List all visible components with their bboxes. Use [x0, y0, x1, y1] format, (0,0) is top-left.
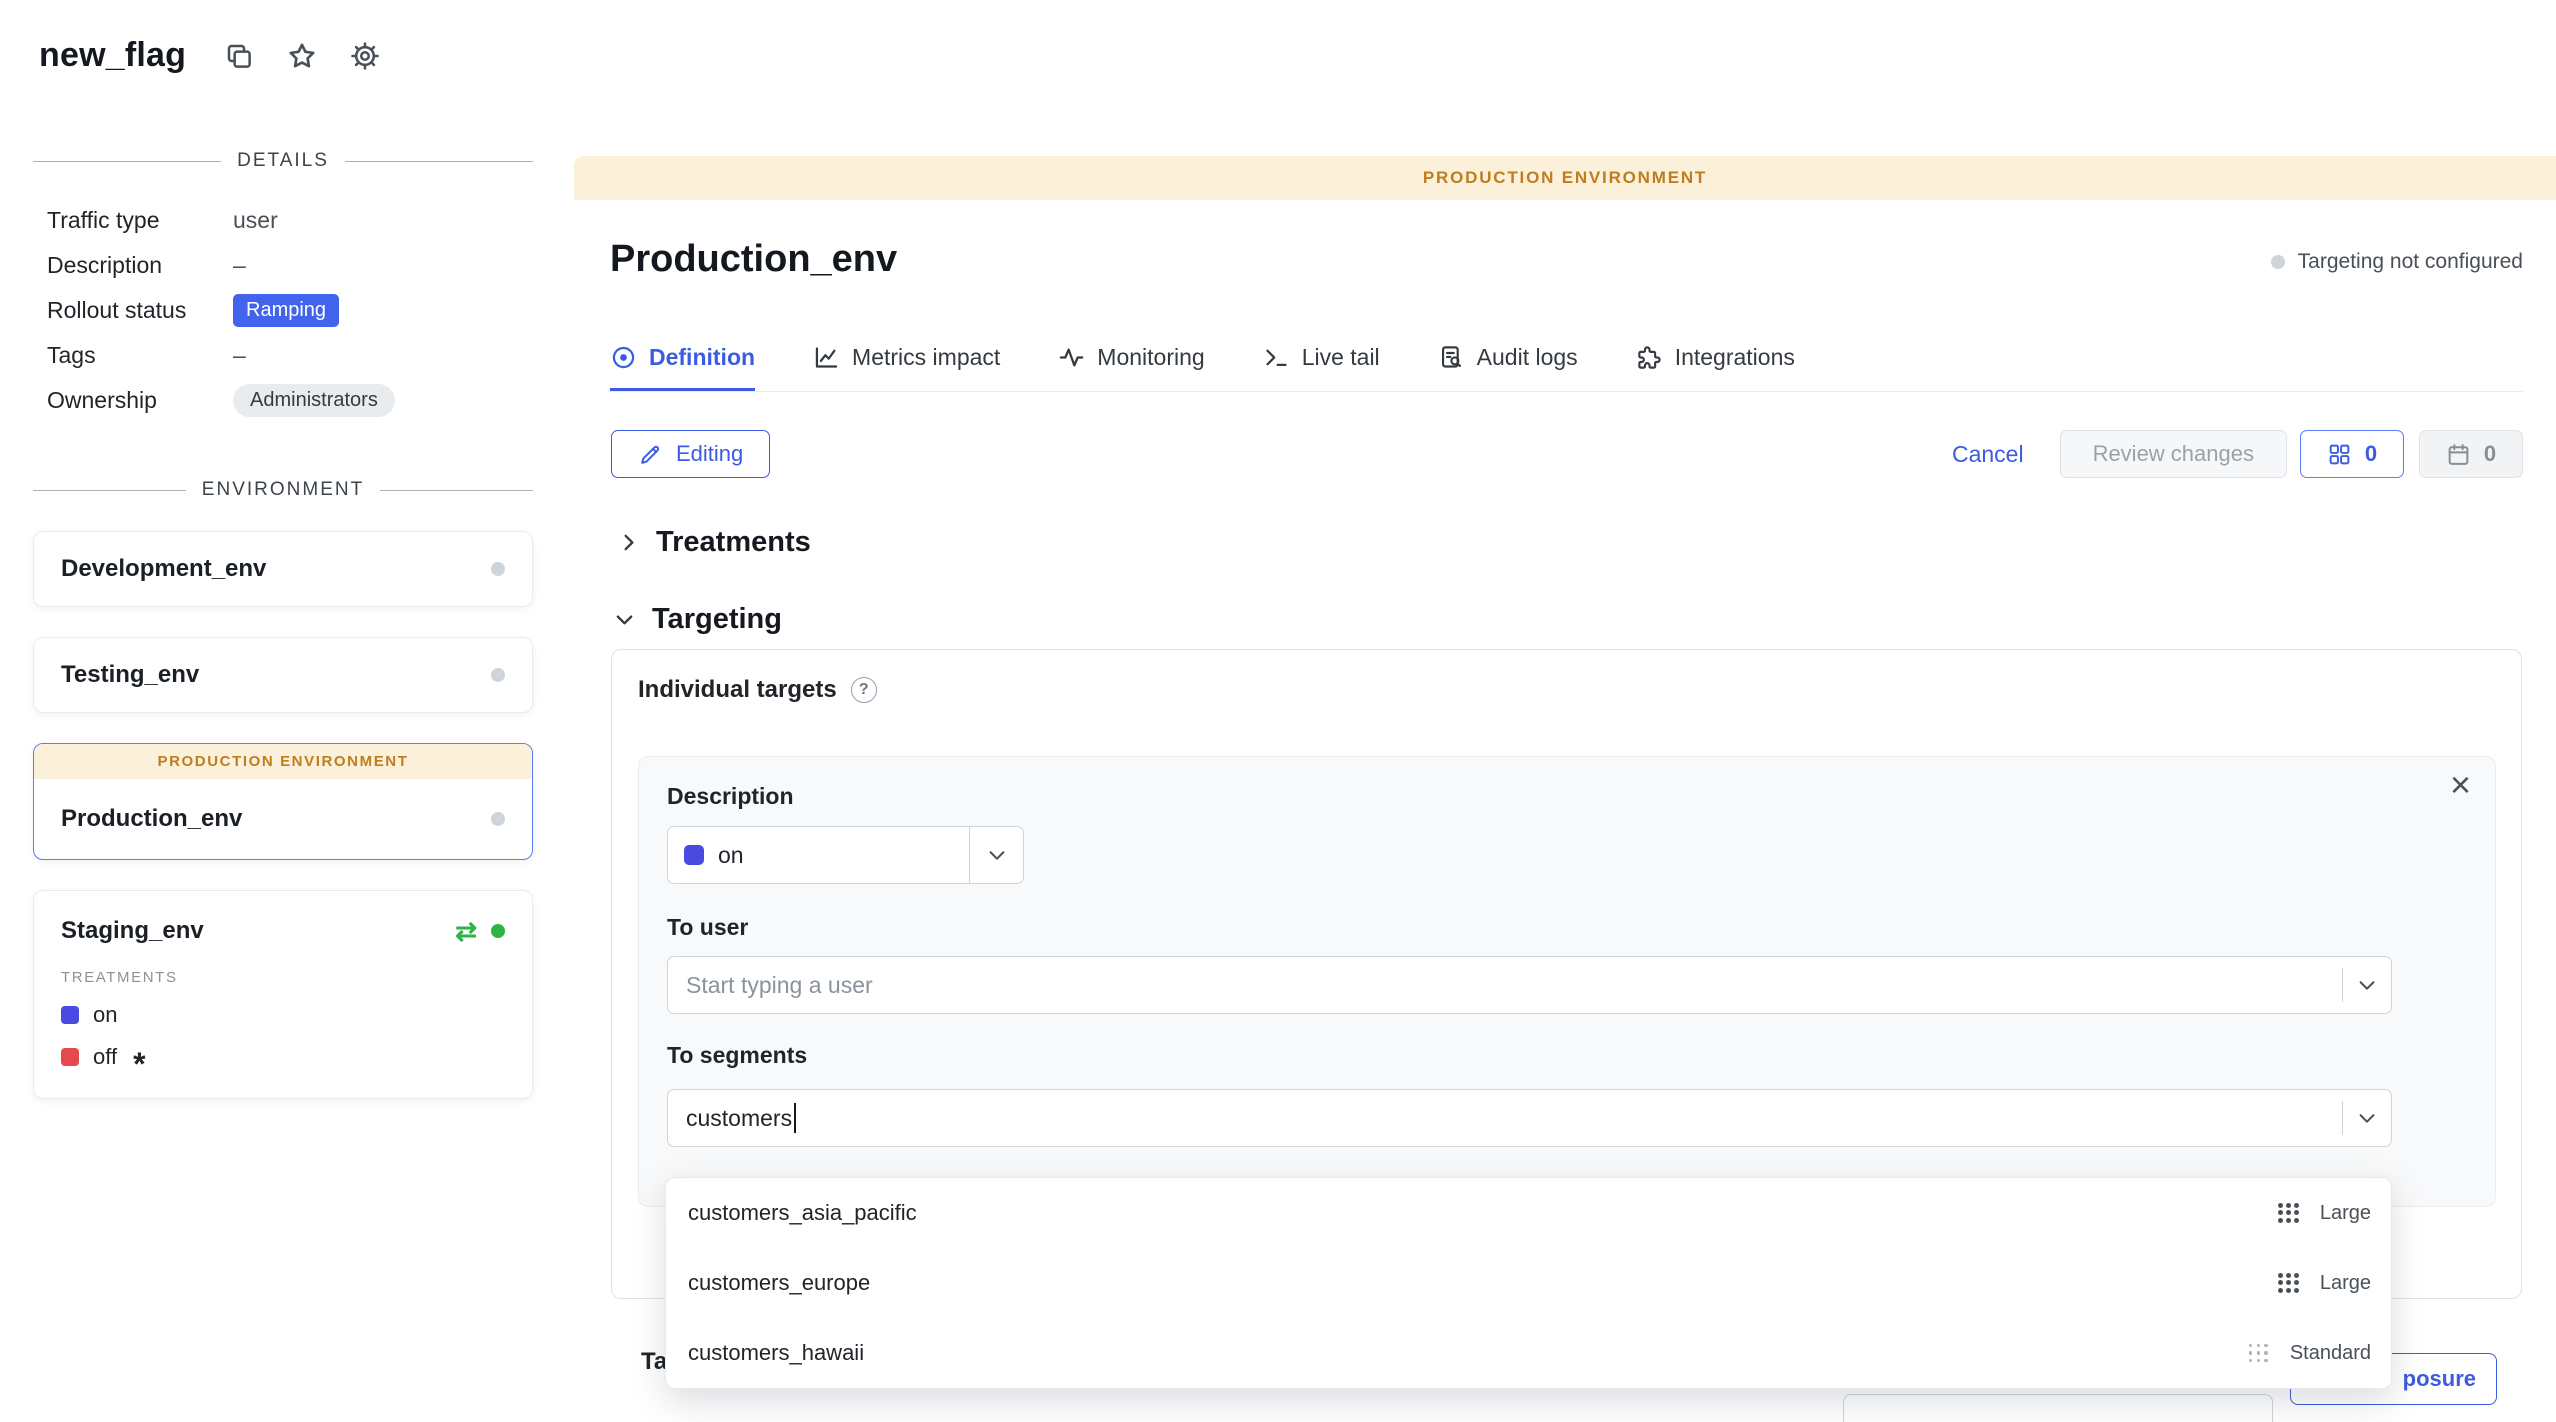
user-typeahead [667, 956, 2392, 1014]
treatment-off-row: off * [61, 1044, 505, 1070]
text-cursor [794, 1103, 796, 1133]
details-section-heading: DETAILS [33, 150, 533, 172]
targeting-section-toggle[interactable]: Targeting [613, 603, 782, 636]
page-header: new_flag [39, 36, 381, 75]
detail-row-rollout-status: Rollout status Ramping [47, 288, 533, 333]
detail-label: Ownership [47, 387, 233, 414]
review-changes-button[interactable]: Review changes [2060, 430, 2287, 478]
treatments-heading: TREATMENTS [61, 969, 505, 986]
tab-bar: Definition Metrics impact Monitoring Liv… [610, 330, 2523, 392]
segment-grid-dotted-icon [2247, 1342, 2270, 1365]
gear-icon[interactable] [348, 39, 381, 72]
individual-target-card: × Description on To user To segments [638, 756, 2496, 1207]
env-status-dot [491, 812, 505, 826]
close-icon[interactable]: × [2450, 767, 2471, 803]
flag-name: new_flag [39, 36, 186, 75]
chevron-down-icon[interactable] [969, 827, 1023, 883]
treatment-select[interactable]: on [667, 826, 1024, 884]
flag-detail-page: new_flag DETAILS Traffic type user Descr… [0, 0, 2556, 1422]
next-section-heading-partial: Ta [641, 1348, 667, 1376]
chevron-right-icon [617, 531, 640, 554]
page-title: Production_env [610, 238, 897, 281]
env-card-development[interactable]: Development_env [33, 531, 533, 607]
chevron-down-icon[interactable] [2343, 1107, 2391, 1129]
cancel-button[interactable]: Cancel [1952, 441, 2024, 468]
grid-count-button[interactable]: 0 [2300, 430, 2404, 478]
treatment-off-swatch [61, 1048, 79, 1066]
chevron-down-icon[interactable] [2343, 974, 2391, 996]
ownership-badge[interactable]: Administrators [233, 384, 395, 417]
production-environment-banner: PRODUCTION ENVIRONMENT [574, 156, 2556, 200]
detail-label: Description [47, 252, 233, 279]
sidebar: DETAILS Traffic type user Description – … [33, 150, 533, 1099]
detail-label: Tags [47, 342, 233, 369]
detail-value: – [233, 342, 246, 369]
segment-option-asia-pacific[interactable]: customers_asia_pacific Large [666, 1178, 2391, 1248]
tab-audit-logs[interactable]: Audit logs [1438, 330, 1578, 391]
detail-row-tags: Tags – [47, 333, 533, 378]
env-card-staging[interactable]: Staging_env ⇄ TREATMENTS on off * [33, 890, 533, 1099]
segment-option-europe[interactable]: customers_europe Large [666, 1248, 2391, 1318]
treatment-on-swatch [61, 1006, 79, 1024]
detail-label: Rollout status [47, 297, 233, 324]
copy-icon[interactable] [222, 39, 255, 72]
user-input[interactable] [668, 972, 2342, 999]
details-list: Traffic type user Description – Rollout … [33, 198, 533, 423]
environment-section-heading: ENVIRONMENT [33, 479, 533, 501]
rollout-status-badge: Ramping [233, 294, 339, 327]
chevron-down-icon [613, 608, 636, 631]
detail-value: user [233, 207, 278, 234]
production-env-strip: PRODUCTION ENVIRONMENT [34, 744, 532, 779]
segment-grid-icon [2277, 1202, 2300, 1225]
treatment-on-row: on [61, 1002, 505, 1028]
targeting-status: Targeting not configured [2271, 250, 2523, 274]
segment-grid-icon [2277, 1272, 2300, 1295]
env-status-dot-active [491, 924, 505, 938]
tab-definition[interactable]: Definition [610, 330, 755, 391]
star-icon[interactable] [285, 39, 318, 72]
status-dot [2271, 255, 2285, 269]
tab-metrics-impact[interactable]: Metrics impact [813, 330, 1000, 391]
partial-hidden-box [1843, 1394, 2273, 1422]
segment-suggestions-menu: customers_asia_pacific Large customers_e… [665, 1177, 2392, 1389]
env-status-dot [491, 668, 505, 682]
segment-size-label: Large [2320, 1202, 2371, 1225]
detail-label: Traffic type [47, 207, 233, 234]
individual-targets-heading: Individual targets [638, 676, 837, 704]
detail-value: – [233, 252, 246, 279]
segment-size-label: Large [2320, 1272, 2371, 1295]
detail-row-traffic-type: Traffic type user [47, 198, 533, 243]
env-status-dot [491, 562, 505, 576]
detail-row-description: Description – [47, 243, 533, 288]
swap-arrows-icon: ⇄ [455, 918, 477, 944]
env-card-testing[interactable]: Testing_env [33, 637, 533, 713]
segments-typeahead[interactable]: customers [667, 1089, 2392, 1147]
editing-button[interactable]: Editing [611, 430, 770, 478]
detail-row-ownership: Ownership Administrators [47, 378, 533, 423]
tab-monitoring[interactable]: Monitoring [1058, 330, 1204, 391]
to-user-label: To user [667, 914, 2495, 941]
description-label: Description [667, 783, 2495, 810]
definition-toolbar: Editing Cancel Review changes 0 0 [611, 430, 2523, 478]
tab-live-tail[interactable]: Live tail [1263, 330, 1380, 391]
env-card-production[interactable]: PRODUCTION ENVIRONMENT Production_env [33, 743, 533, 860]
segment-option-hawaii[interactable]: customers_hawaii Standard [666, 1318, 2391, 1388]
treatment-on-swatch [684, 845, 704, 865]
segment-size-label: Standard [2290, 1342, 2371, 1365]
to-segments-label: To segments [667, 1042, 2495, 1069]
segments-input[interactable]: customers [668, 1103, 2342, 1133]
help-icon[interactable]: ? [851, 677, 877, 703]
calendar-count-button[interactable]: 0 [2419, 430, 2523, 478]
treatments-section-toggle[interactable]: Treatments [617, 526, 811, 559]
tab-integrations[interactable]: Integrations [1636, 330, 1795, 391]
